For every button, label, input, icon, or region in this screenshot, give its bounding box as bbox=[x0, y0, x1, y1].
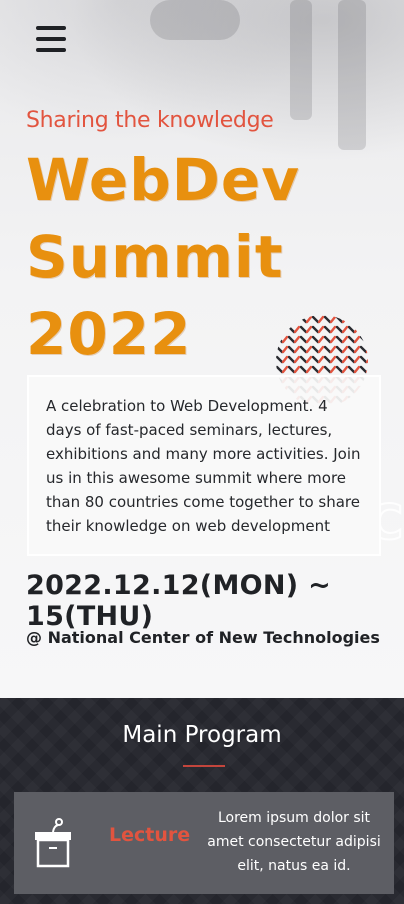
event-venue: @ National Center of New Technologies bbox=[26, 628, 380, 647]
event-dates: 2022.12.12(MON) ~ 15(THU) bbox=[26, 570, 332, 632]
title-divider bbox=[183, 765, 225, 767]
section-title: Main Program bbox=[122, 722, 282, 748]
event-title-line: Summit bbox=[26, 223, 284, 291]
program-card-label: Lecture bbox=[109, 824, 191, 846]
event-description: A celebration to Web Development. 4 days… bbox=[27, 375, 381, 556]
hero-tagline: Sharing the knowledge bbox=[26, 108, 274, 133]
event-title: WebDev Summit 2022 bbox=[26, 142, 300, 373]
main-program-section: Main Program Lecture Lorem ipsum dolor s… bbox=[0, 698, 404, 904]
program-card-description: Lorem ipsum dolor sit amet consectetur a… bbox=[207, 810, 381, 874]
hamburger-menu-icon[interactable] bbox=[36, 26, 66, 52]
podium-lecture-icon bbox=[35, 818, 71, 868]
hero-section: Sharing the knowledge WebDev Summit 2022… bbox=[0, 0, 404, 698]
event-title-line: WebDev bbox=[26, 146, 301, 214]
program-card-lecture[interactable]: Lecture Lorem ipsum dolor sit amet conse… bbox=[14, 792, 394, 894]
event-title-line: 2022 bbox=[26, 300, 192, 368]
